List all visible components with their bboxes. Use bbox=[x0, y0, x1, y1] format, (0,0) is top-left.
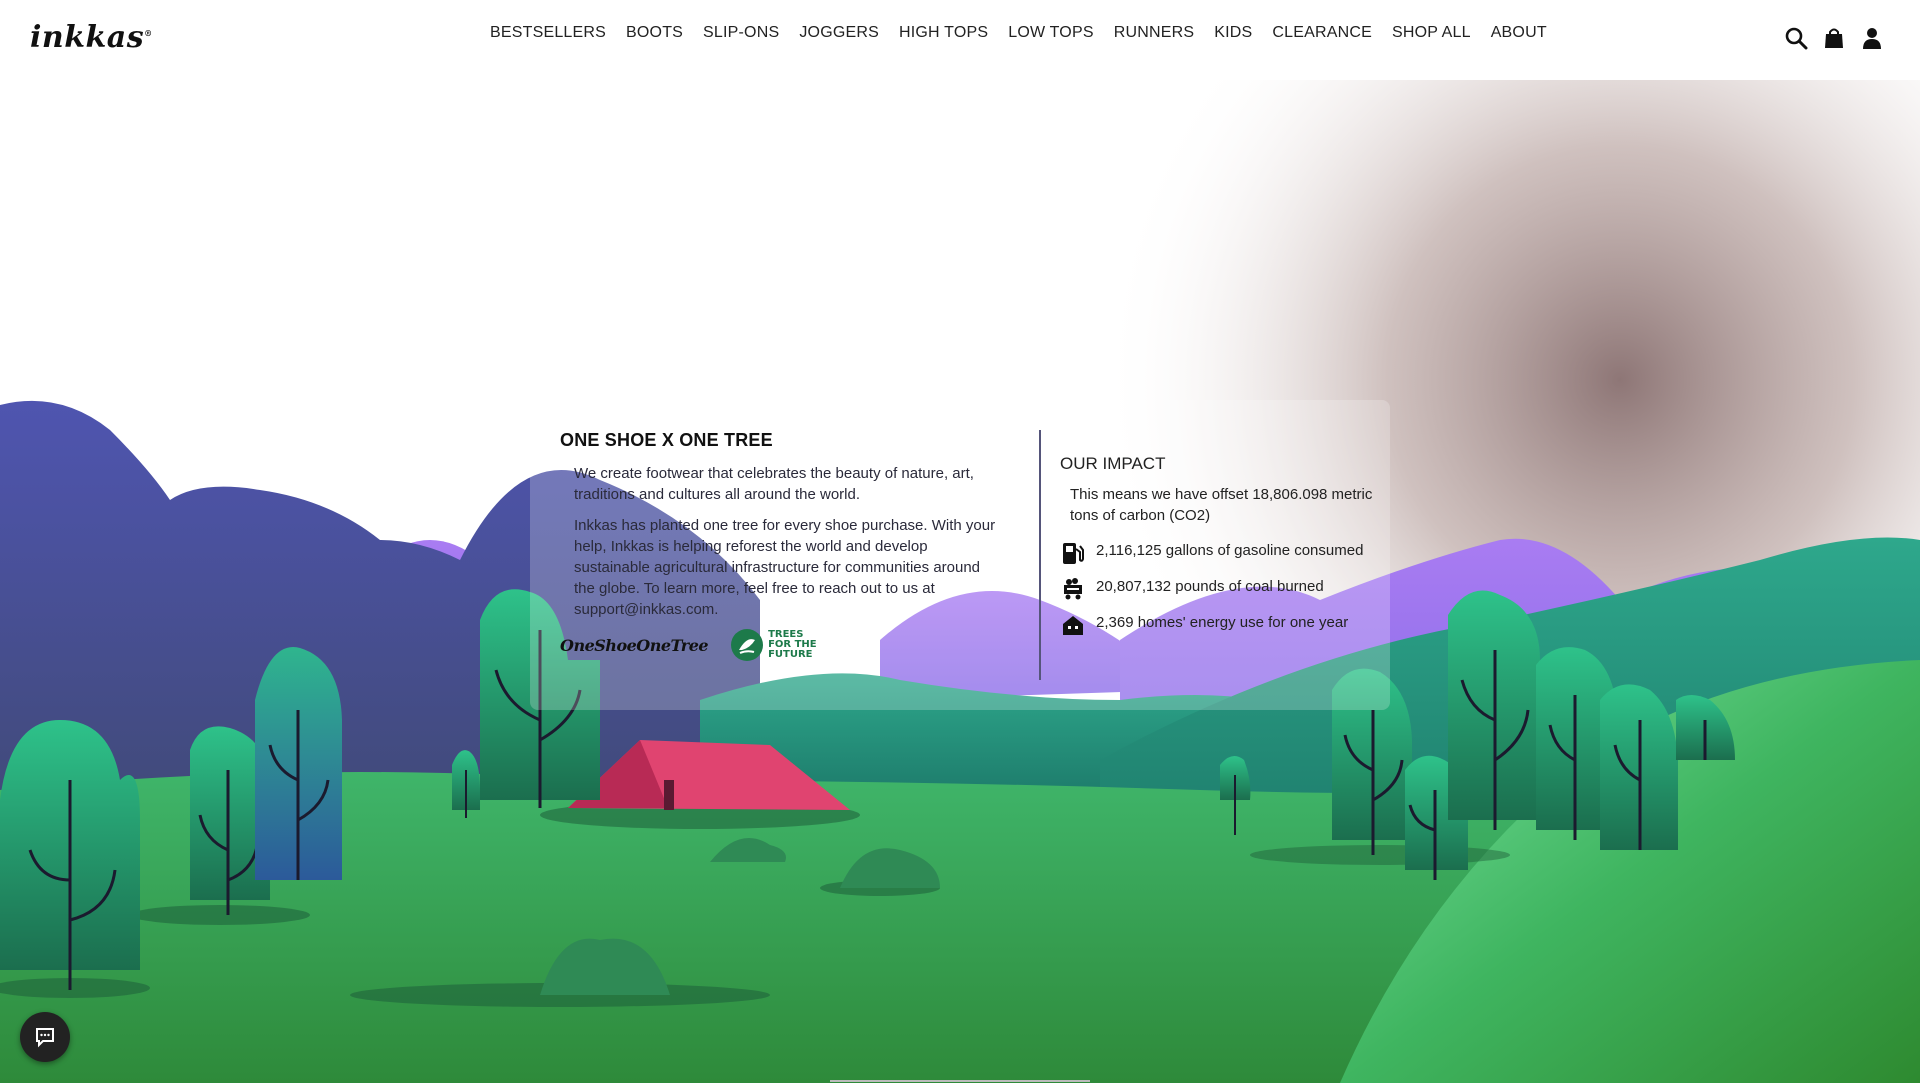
partner-badges: OneShoeOneTree TREES FOR THE FUTURE bbox=[560, 628, 828, 662]
nav-item-kids[interactable]: KIDS bbox=[1204, 24, 1262, 42]
nav-item-about[interactable]: ABOUT bbox=[1481, 24, 1557, 42]
nav-item-clearance[interactable]: CLEARANCE bbox=[1262, 24, 1382, 42]
panel-title: ONE SHOE X ONE TREE bbox=[560, 430, 773, 450]
tree-leaf-icon bbox=[731, 629, 764, 661]
nav-item-joggers[interactable]: JOGGERS bbox=[789, 24, 889, 42]
chat-bubble-icon bbox=[36, 1028, 54, 1048]
brand-logo[interactable]: inkkas® bbox=[30, 20, 153, 55]
intro-text: We create footwear that celebrates the b… bbox=[574, 465, 974, 503]
impact-lead: This means we have offset 18,806.098 met… bbox=[1070, 486, 1373, 524]
shopping-bag-icon[interactable] bbox=[1822, 26, 1846, 50]
impact-column: OUR IMPACT This means we have offset 18,… bbox=[1060, 454, 1380, 648]
impact-stat: 20,807,132 pounds of coal burned bbox=[1060, 576, 1380, 602]
mission-column: ONE SHOE X ONE TREE We create footwear t… bbox=[560, 430, 1000, 630]
main-nav: BESTSELLERS BOOTS SLIP-ONS JOGGERS HIGH … bbox=[480, 24, 1557, 42]
one-shoe-one-tree-logo: OneShoeOneTree bbox=[560, 635, 709, 655]
nav-item-runners[interactable]: RUNNERS bbox=[1104, 24, 1205, 42]
gas-pump-icon bbox=[1060, 540, 1086, 566]
mission-text: Inkkas has planted one tree for every sh… bbox=[574, 517, 996, 618]
trees-for-the-future-logo: TREES FOR THE FUTURE bbox=[730, 628, 828, 662]
impact-stat: 2,369 homes' energy use for one year bbox=[1060, 612, 1380, 638]
coal-cart-icon bbox=[1060, 576, 1086, 602]
nav-item-high-tops[interactable]: HIGH TOPS bbox=[889, 24, 998, 42]
nav-item-bestsellers[interactable]: BESTSELLERS bbox=[480, 24, 616, 42]
column-divider bbox=[1039, 430, 1041, 680]
impact-heading: OUR IMPACT bbox=[1060, 454, 1166, 473]
chat-button[interactable] bbox=[20, 1012, 70, 1062]
nav-item-boots[interactable]: BOOTS bbox=[616, 24, 693, 42]
search-icon[interactable] bbox=[1784, 26, 1808, 50]
site-header: inkkas® BESTSELLERS BOOTS SLIP-ONS JOGGE… bbox=[0, 0, 1920, 80]
nav-item-slip-ons[interactable]: SLIP-ONS bbox=[693, 24, 789, 42]
house-icon bbox=[1060, 612, 1086, 638]
header-icons bbox=[1784, 26, 1884, 50]
impact-stat: 2,116,125 gallons of gasoline consumed bbox=[1060, 540, 1380, 566]
nav-item-shop-all[interactable]: SHOP ALL bbox=[1382, 24, 1481, 42]
account-icon[interactable] bbox=[1860, 26, 1884, 50]
one-shoe-one-tree-panel: ONE SHOE X ONE TREE We create footwear t… bbox=[530, 400, 1390, 710]
nav-item-low-tops[interactable]: LOW TOPS bbox=[998, 24, 1103, 42]
scroll-indicator bbox=[830, 1080, 1090, 1082]
